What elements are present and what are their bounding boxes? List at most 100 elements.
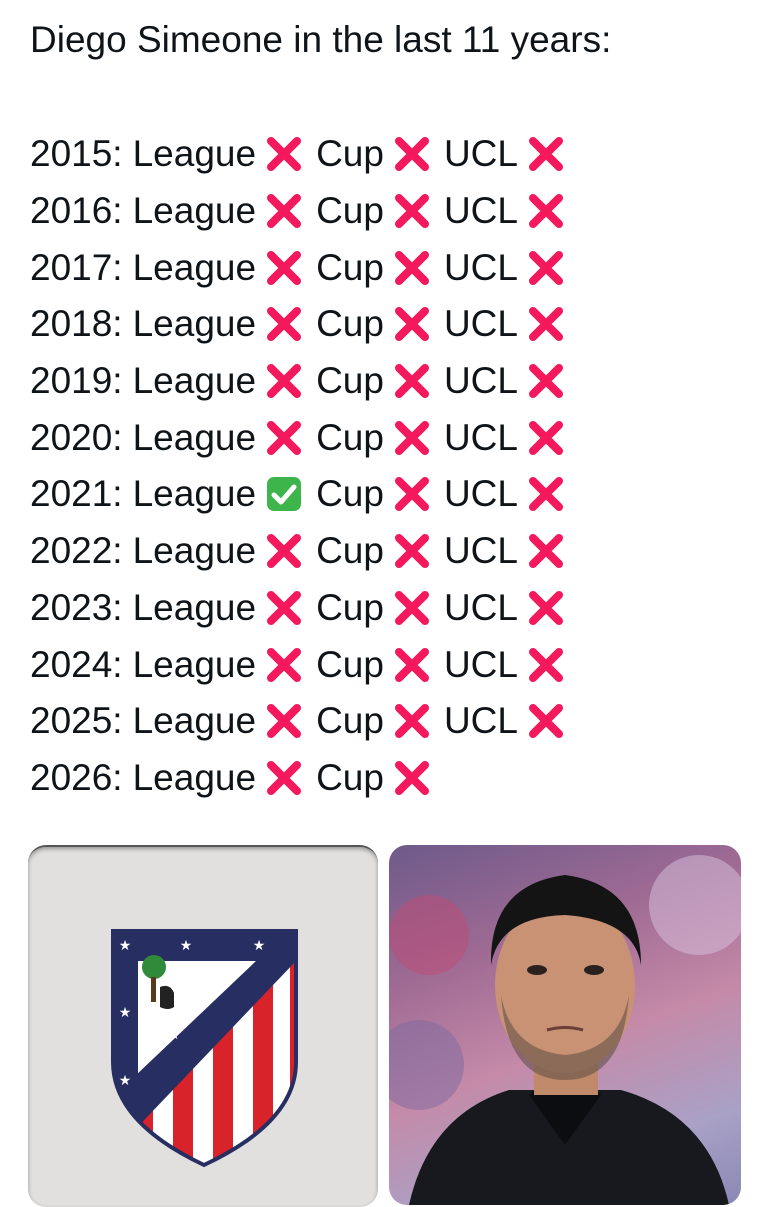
ucl-label: UCL bbox=[443, 360, 518, 402]
ucl-label: UCL bbox=[443, 643, 518, 685]
cross-mark-icon bbox=[526, 701, 566, 741]
cross-mark-icon bbox=[526, 418, 566, 458]
season-row: 2026: League Cup bbox=[30, 750, 578, 807]
svg-text:★: ★ bbox=[119, 1005, 132, 1021]
season-row: 2016: League Cup UCL bbox=[30, 183, 578, 240]
cup-label: Cup bbox=[316, 360, 384, 402]
season-row: 2024: League Cup UCL bbox=[30, 636, 578, 693]
cup-label: Cup bbox=[316, 133, 384, 175]
cross-mark-icon bbox=[264, 304, 304, 344]
cross-mark-icon bbox=[526, 248, 566, 288]
ucl-label: UCL bbox=[443, 133, 518, 175]
cross-mark-icon bbox=[392, 531, 432, 571]
season-year: 2022: bbox=[30, 530, 123, 572]
cross-mark-icon bbox=[392, 361, 432, 401]
cup-label: Cup bbox=[316, 530, 384, 572]
club-crest-image[interactable]: ★ ★ ★ ★ ★ ★ ★ bbox=[28, 845, 378, 1207]
league-label: League bbox=[132, 473, 257, 515]
cross-mark-icon bbox=[526, 134, 566, 174]
league-label: League bbox=[132, 756, 257, 798]
cross-mark-icon bbox=[526, 191, 566, 231]
cross-mark-icon bbox=[264, 191, 304, 231]
svg-text:★: ★ bbox=[213, 981, 226, 997]
cup-label: Cup bbox=[316, 700, 384, 742]
cross-mark-icon bbox=[264, 701, 304, 741]
league-label: League bbox=[132, 530, 257, 572]
season-year: 2015: bbox=[30, 133, 123, 175]
season-year: 2023: bbox=[30, 586, 123, 628]
cross-mark-icon bbox=[526, 645, 566, 685]
cross-mark-icon bbox=[392, 418, 432, 458]
ucl-label: UCL bbox=[443, 303, 518, 345]
season-row: 2020: League Cup UCL bbox=[30, 409, 578, 466]
cup-label: Cup bbox=[316, 473, 384, 515]
cross-mark-icon bbox=[264, 418, 304, 458]
ucl-label: UCL bbox=[443, 416, 518, 458]
season-year: 2025: bbox=[30, 700, 123, 742]
cup-label: Cup bbox=[316, 586, 384, 628]
ucl-label: UCL bbox=[443, 700, 518, 742]
ucl-label: UCL bbox=[443, 246, 518, 288]
cross-mark-icon bbox=[392, 474, 432, 514]
coach-portrait-photo[interactable] bbox=[389, 845, 741, 1205]
svg-text:★: ★ bbox=[119, 938, 132, 954]
cross-mark-icon bbox=[526, 588, 566, 628]
cross-mark-icon bbox=[392, 304, 432, 344]
season-row: 2018: League Cup UCL bbox=[30, 296, 578, 353]
check-mark-button-icon bbox=[264, 474, 304, 514]
league-label: League bbox=[132, 360, 257, 402]
season-row: 2023: League Cup UCL bbox=[30, 580, 578, 637]
league-label: League bbox=[132, 303, 257, 345]
season-year: 2019: bbox=[30, 360, 123, 402]
season-year: 2016: bbox=[30, 190, 123, 232]
league-label: League bbox=[132, 586, 257, 628]
ucl-label: UCL bbox=[443, 530, 518, 572]
cup-label: Cup bbox=[316, 303, 384, 345]
cross-mark-icon bbox=[264, 758, 304, 798]
svg-text:★: ★ bbox=[253, 938, 266, 954]
season-row: 2015: League Cup UCL bbox=[30, 126, 578, 183]
cup-label: Cup bbox=[316, 190, 384, 232]
ucl-label: UCL bbox=[443, 586, 518, 628]
season-row: 2022: League Cup UCL bbox=[30, 523, 578, 580]
cross-mark-icon bbox=[526, 304, 566, 344]
cross-mark-icon bbox=[392, 645, 432, 685]
post-title: Diego Simeone in the last 11 years: bbox=[30, 19, 612, 60]
league-label: League bbox=[132, 246, 257, 288]
season-row: 2019: League Cup UCL bbox=[30, 353, 578, 410]
cross-mark-icon bbox=[264, 134, 304, 174]
season-year: 2021: bbox=[30, 473, 123, 515]
season-year: 2018: bbox=[30, 303, 123, 345]
season-year: 2024: bbox=[30, 643, 123, 685]
cross-mark-icon bbox=[264, 248, 304, 288]
league-label: League bbox=[132, 700, 257, 742]
cross-mark-icon bbox=[526, 474, 566, 514]
ucl-label: UCL bbox=[443, 190, 518, 232]
cross-mark-icon bbox=[392, 758, 432, 798]
svg-text:★: ★ bbox=[168, 1027, 181, 1043]
season-row: 2021: League Cup UCL bbox=[30, 466, 578, 523]
svg-text:★: ★ bbox=[180, 938, 193, 954]
league-label: League bbox=[132, 190, 257, 232]
cross-mark-icon bbox=[264, 361, 304, 401]
league-label: League bbox=[132, 133, 257, 175]
cup-label: Cup bbox=[316, 643, 384, 685]
svg-text:★: ★ bbox=[119, 1073, 132, 1089]
season-row: 2025: League Cup UCL bbox=[30, 693, 578, 750]
league-label: League bbox=[132, 416, 257, 458]
atletico-crest-icon: ★ ★ ★ ★ ★ ★ ★ bbox=[111, 929, 298, 1168]
ucl-label: UCL bbox=[443, 473, 518, 515]
cross-mark-icon bbox=[526, 531, 566, 571]
portrait-illustration bbox=[389, 855, 741, 1205]
cup-label: Cup bbox=[316, 756, 384, 798]
cross-mark-icon bbox=[526, 361, 566, 401]
cross-mark-icon bbox=[264, 588, 304, 628]
season-year: 2017: bbox=[30, 246, 123, 288]
cross-mark-icon bbox=[392, 191, 432, 231]
cup-label: Cup bbox=[316, 246, 384, 288]
cross-mark-icon bbox=[392, 134, 432, 174]
cross-mark-icon bbox=[264, 645, 304, 685]
season-row: 2017: League Cup UCL bbox=[30, 239, 578, 296]
season-year: 2026: bbox=[30, 756, 123, 798]
league-label: League bbox=[132, 643, 257, 685]
